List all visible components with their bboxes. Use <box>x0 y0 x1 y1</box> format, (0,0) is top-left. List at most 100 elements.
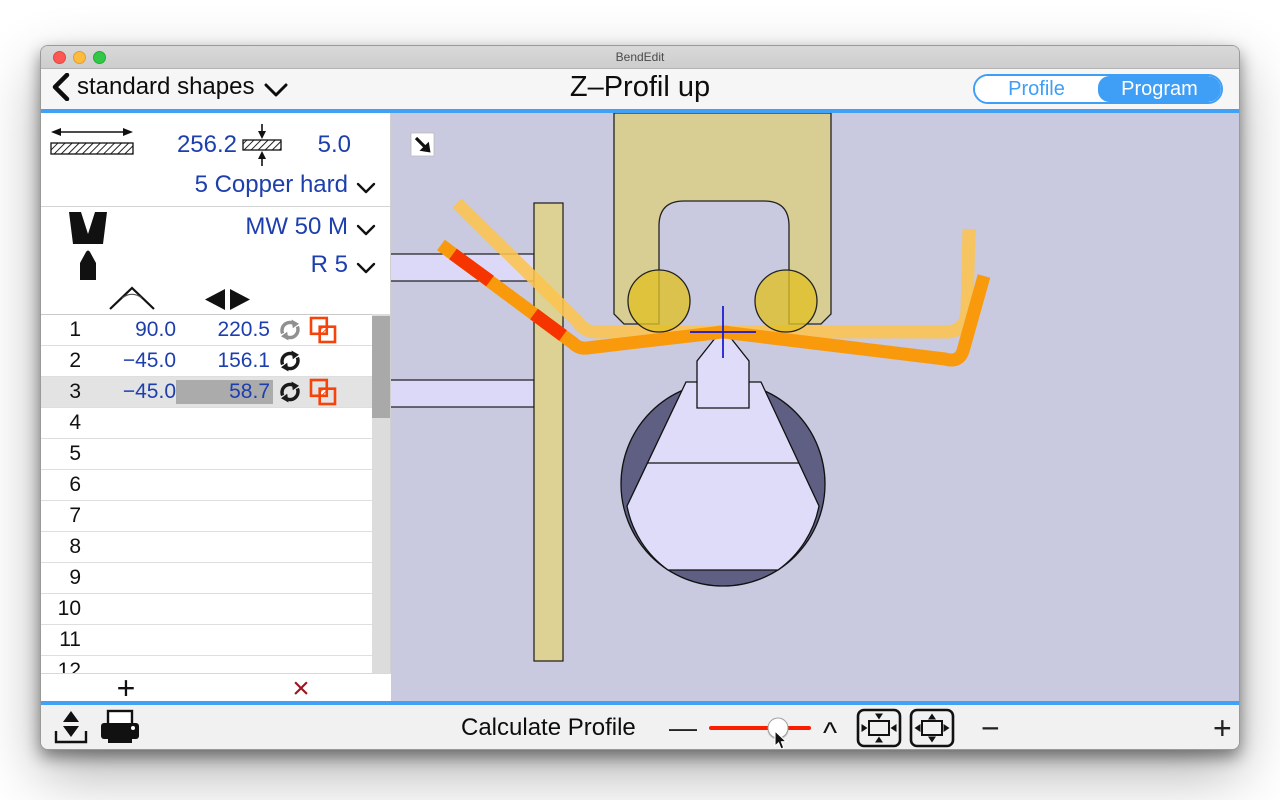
zoom-in-button[interactable]: + <box>1213 710 1232 747</box>
bend-row[interactable]: 7 <box>41 501 373 532</box>
length-column-icon <box>203 288 253 311</box>
copy-cell <box>308 440 338 468</box>
bend-row[interactable]: 2−45.0156.1 <box>41 346 373 377</box>
copy-cell <box>308 626 338 654</box>
header: standard shapes Z–Profil up Profile Prog… <box>41 69 1239 109</box>
die-icon <box>68 211 108 245</box>
thickness-icon <box>242 123 282 167</box>
bend-row[interactable]: 4 <box>41 408 373 439</box>
bend-length[interactable]: 220.5 <box>176 318 273 342</box>
bend-angle[interactable]: 90.0 <box>81 318 176 342</box>
bend-row[interactable]: 5 <box>41 439 373 470</box>
chevron-down-icon <box>356 224 376 236</box>
bend-row[interactable]: 3−45.058.7 <box>41 377 373 408</box>
copy-cell <box>308 316 338 344</box>
bend-index: 12 <box>41 659 81 673</box>
bend-length[interactable]: 58.7 <box>176 380 273 404</box>
bend-row[interactable]: 8 <box>41 532 373 563</box>
bendedit-window: BendEdit standard shapes Z–Profil up Pro… <box>40 45 1240 750</box>
copy-cell <box>308 502 338 530</box>
bend-angle[interactable]: −45.0 <box>81 349 176 373</box>
bend-row[interactable]: 10 <box>41 594 373 625</box>
rotate-cell <box>277 473 303 497</box>
print-button[interactable] <box>99 709 141 747</box>
bend-row[interactable]: 190.0220.5 <box>41 315 373 346</box>
bend-index: 5 <box>41 442 81 466</box>
material-name: 5 Copper hard <box>195 171 348 199</box>
copy-cell <box>308 409 338 437</box>
rotate-cell <box>277 411 303 435</box>
calculate-profile-button[interactable]: Calculate Profile <box>461 714 636 742</box>
copy-flip-icon[interactable] <box>308 316 338 344</box>
bend-row[interactable]: 11 <box>41 625 373 656</box>
punch-icon <box>76 249 100 281</box>
angle-column-icon <box>107 283 157 311</box>
bend-simulation-view[interactable] <box>391 113 1240 701</box>
material-select[interactable]: 5 Copper hard <box>195 171 376 199</box>
die-select[interactable]: MW 50 M <box>245 213 376 241</box>
bend-index: 10 <box>41 597 81 621</box>
rotate-cell <box>277 349 303 373</box>
punch-name: R 5 <box>311 251 348 279</box>
rotate-cell <box>277 380 303 404</box>
copy-cell <box>308 595 338 623</box>
chevron-down-icon <box>356 262 376 274</box>
table-footer: + × <box>41 673 391 701</box>
tab-profile[interactable]: Profile <box>975 76 1098 102</box>
add-row-button[interactable]: + <box>101 670 151 707</box>
roller-left <box>628 270 690 332</box>
bend-row[interactable]: 9 <box>41 563 373 594</box>
bend-length[interactable]: 156.1 <box>176 349 273 373</box>
delete-row-button[interactable]: × <box>276 672 326 706</box>
mouse-cursor <box>774 730 789 750</box>
thickness-value[interactable]: 5.0 <box>289 131 351 159</box>
rotate-flange-icon[interactable] <box>277 318 303 342</box>
rotate-cell <box>277 597 303 621</box>
bottom-toolbar: Calculate Profile — ^ <box>41 705 1239 750</box>
bend-index: 11 <box>41 628 81 652</box>
rotate-cell <box>277 504 303 528</box>
width-value[interactable]: 256.2 <box>159 131 237 159</box>
tab-program[interactable]: Program <box>1098 76 1221 102</box>
bend-row[interactable]: 12 <box>41 656 373 673</box>
back-gauge-bar <box>534 203 563 661</box>
titlebar[interactable]: BendEdit <box>41 46 1239 69</box>
bend-index: 1 <box>41 318 81 342</box>
bend-progress-slider[interactable] <box>709 705 811 750</box>
bend-index: 8 <box>41 535 81 559</box>
bend-angle[interactable]: −45.0 <box>81 380 176 404</box>
bend-index: 7 <box>41 504 81 528</box>
copy-flip-icon[interactable] <box>308 378 338 406</box>
rotate-cell <box>277 628 303 652</box>
bend-decrease-button[interactable]: — <box>669 712 697 744</box>
width-icon <box>49 123 135 159</box>
expand-view-button[interactable] <box>909 708 955 748</box>
fit-view-button[interactable] <box>856 708 902 748</box>
rotate-flange-icon[interactable] <box>277 349 303 373</box>
rotate-cell <box>277 535 303 559</box>
copy-cell <box>308 533 338 561</box>
bend-table: 190.0220.5 2−45.0156.1 3−45.058.7 4 5 6 7 8 9… <box>41 314 373 673</box>
rotate-flange-icon[interactable] <box>277 380 303 404</box>
copy-cell <box>308 564 338 592</box>
machine-canvas[interactable] <box>391 113 1239 701</box>
profile-program-switch: Profile Program <box>973 74 1223 104</box>
punch-select[interactable]: R 5 <box>311 251 376 279</box>
die-name: MW 50 M <box>245 213 348 241</box>
rotate-cell <box>277 442 303 466</box>
table-scrollbar-thumb[interactable] <box>372 316 390 418</box>
table-scrollbar[interactable] <box>372 314 390 673</box>
zoom-out-button[interactable]: − <box>981 710 1000 747</box>
feed-direction-icon[interactable] <box>53 709 89 747</box>
bend-row[interactable]: 6 <box>41 470 373 501</box>
bend-index: 6 <box>41 473 81 497</box>
copy-cell <box>308 378 338 406</box>
collapse-toolbar-button[interactable]: ^ <box>823 711 837 750</box>
back-gauge-finger-lower <box>391 380 534 407</box>
bend-index: 4 <box>41 411 81 435</box>
rotate-cell <box>277 659 303 673</box>
rotate-cell <box>277 318 303 342</box>
bend-index: 9 <box>41 566 81 590</box>
copy-cell <box>308 347 338 375</box>
pan-direction-button[interactable] <box>411 133 434 156</box>
